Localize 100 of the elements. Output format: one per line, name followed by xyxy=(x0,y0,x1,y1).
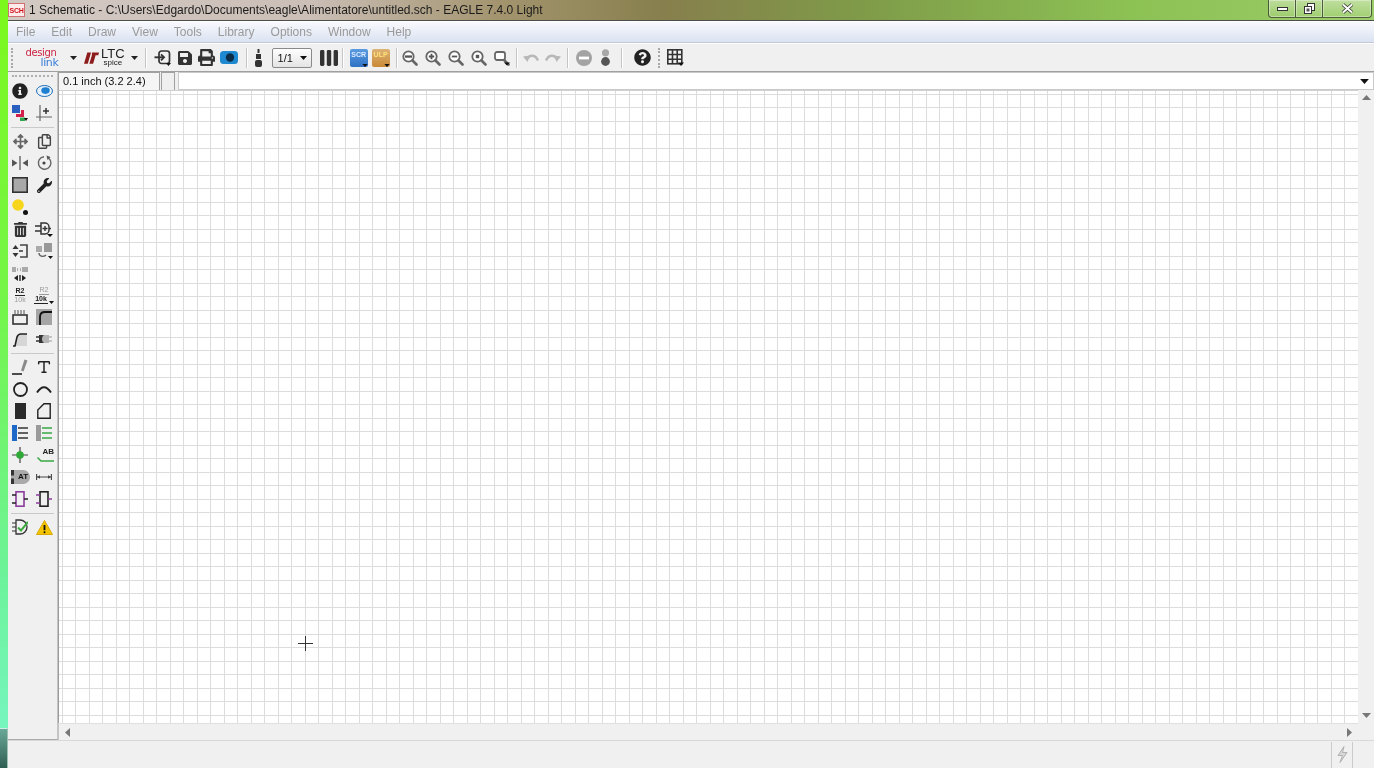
arc-icon xyxy=(36,385,52,393)
close-button[interactable] xyxy=(1323,0,1372,18)
restore-button[interactable] xyxy=(1296,0,1323,18)
copy-icon xyxy=(36,133,52,149)
group-button[interactable] xyxy=(10,175,30,195)
caret-icon xyxy=(361,63,368,67)
gateswap-button[interactable] xyxy=(34,241,54,261)
bend-line-icon xyxy=(12,331,28,347)
polygon-icon xyxy=(37,403,51,419)
zoom-select-icon xyxy=(471,49,488,66)
miter-corner-icon xyxy=(36,309,52,325)
label-line-icon xyxy=(37,457,54,462)
connector-icon xyxy=(255,48,263,67)
wrench-icon xyxy=(36,177,52,193)
help-button[interactable] xyxy=(631,46,654,69)
restore-icon xyxy=(1303,3,1315,14)
gate-check-icon xyxy=(12,519,28,535)
grid-icon xyxy=(667,49,685,66)
frame-button[interactable] xyxy=(10,489,30,509)
scroll-down-arrow-icon xyxy=(1361,713,1371,718)
circle-icon xyxy=(12,381,28,397)
dimension-icon xyxy=(36,474,52,480)
mirror-icon xyxy=(12,156,28,170)
info-icon xyxy=(12,83,28,99)
change-button[interactable] xyxy=(34,175,54,195)
label-button[interactable]: AB xyxy=(34,446,54,464)
coordinate-display: 0.1 inch (3.2 2.4) xyxy=(58,72,160,90)
zoom-fit-icon xyxy=(402,49,419,66)
bus-icon xyxy=(12,425,28,441)
miter-button[interactable] xyxy=(34,307,54,327)
paste-button[interactable] xyxy=(10,197,30,217)
plug-split-icon xyxy=(36,333,52,345)
mark-icon xyxy=(36,105,52,121)
warning-icon xyxy=(35,519,53,535)
zoom-area-icon xyxy=(494,49,511,66)
horizontal-scrollbar[interactable] xyxy=(58,723,1358,740)
taskbar-edge xyxy=(0,728,8,768)
replace-blocks-icon xyxy=(35,243,53,259)
move-icon xyxy=(12,133,28,149)
add-button[interactable] xyxy=(34,219,54,239)
smash-button[interactable] xyxy=(10,307,30,327)
plug-plus-icon xyxy=(35,221,53,237)
caret-icon xyxy=(48,301,54,304)
circle-dot-icon xyxy=(12,199,28,215)
trash-icon xyxy=(12,221,28,237)
slanted-logo-icon xyxy=(84,51,99,64)
net-icon xyxy=(36,425,52,441)
sheet-select[interactable]: 1/1 xyxy=(271,47,312,68)
pinswap-button[interactable] xyxy=(10,241,30,261)
bus-button[interactable] xyxy=(10,423,30,443)
wire-button[interactable] xyxy=(10,357,30,377)
lightning-icon xyxy=(1336,746,1348,763)
command-field[interactable] xyxy=(178,72,1374,90)
caret-icon xyxy=(130,55,138,60)
mirror-button[interactable] xyxy=(10,153,30,173)
design-link-button[interactable]: design link xyxy=(18,45,79,70)
move-button[interactable] xyxy=(10,131,30,151)
minimize-button[interactable] xyxy=(1268,0,1296,18)
zoom-out-icon xyxy=(448,49,465,66)
attribute-button[interactable]: AT xyxy=(10,470,30,484)
chip-outline-icon xyxy=(36,491,52,507)
two-dots-icon xyxy=(601,49,611,66)
circle-button[interactable] xyxy=(10,379,30,399)
printer-icon xyxy=(198,49,216,66)
toolbar-grip[interactable] xyxy=(657,47,660,68)
connector-arrows-icon xyxy=(12,265,28,281)
print-button[interactable] xyxy=(195,46,218,69)
ltc-spice-button[interactable]: LTC spice xyxy=(82,45,140,70)
errors-button[interactable] xyxy=(34,517,54,537)
layers-icon xyxy=(12,105,28,121)
mark-button[interactable] xyxy=(34,103,54,123)
minimize-icon xyxy=(1276,6,1288,11)
scroll-right-arrow-icon xyxy=(1347,727,1352,737)
caret-icon xyxy=(383,63,390,67)
module-button[interactable] xyxy=(34,489,54,509)
zoom-in-icon xyxy=(425,49,442,66)
camera-icon xyxy=(219,51,238,64)
layers-button[interactable] xyxy=(10,103,30,123)
caret-icon xyxy=(1360,78,1369,84)
polygon-button[interactable] xyxy=(34,401,54,421)
rectangle-icon xyxy=(14,403,26,419)
rotate-icon xyxy=(36,155,52,171)
caret-icon xyxy=(299,55,307,60)
eye-icon xyxy=(35,85,53,97)
close-icon xyxy=(1340,3,1354,14)
junction-icon xyxy=(12,447,28,463)
group-icon xyxy=(12,177,28,193)
chip-outline-icon xyxy=(12,491,28,507)
info-button[interactable] xyxy=(10,81,30,101)
columns-icon xyxy=(319,49,338,66)
erc-button[interactable] xyxy=(10,517,30,537)
text-tool-icon xyxy=(36,359,52,375)
swap-bracket-icon xyxy=(12,243,28,259)
scroll-up-arrow-icon xyxy=(1361,95,1371,100)
box-arrow-icon xyxy=(154,49,172,66)
caret-icon xyxy=(70,55,77,60)
part-outline-icon xyxy=(12,309,28,325)
help-icon xyxy=(634,49,652,66)
stop-icon xyxy=(575,49,592,66)
wire-pencil-icon xyxy=(12,359,28,375)
